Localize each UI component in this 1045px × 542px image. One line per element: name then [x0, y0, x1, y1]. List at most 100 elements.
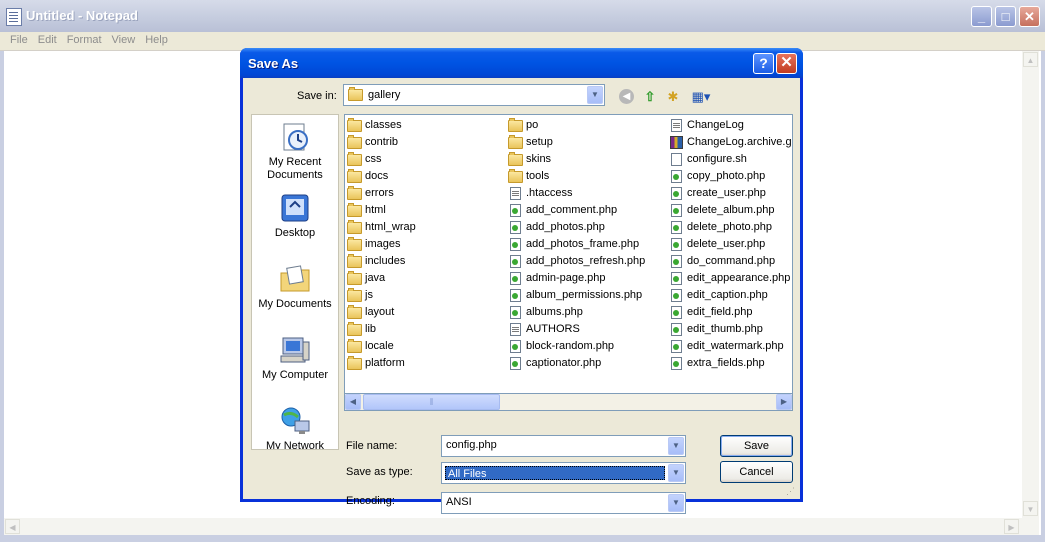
folder-item[interactable]: contrib [347, 134, 416, 151]
file-item[interactable]: delete_user.php [669, 236, 792, 253]
my-network-icon [279, 405, 311, 437]
folder-item[interactable]: includes [347, 253, 416, 270]
file-item[interactable]: edit_thumb.php [669, 321, 792, 338]
file-item[interactable]: ChangeLog [669, 117, 792, 134]
dialog-close-button[interactable]: ✕ [776, 53, 797, 74]
views-menu-icon[interactable]: ▦▾ [689, 88, 713, 106]
file-name-field[interactable]: config.php ▼ [441, 435, 686, 457]
place-recent-documents[interactable]: My Recent Documents [252, 121, 338, 182]
menu-view[interactable]: View [107, 32, 141, 46]
chevron-down-icon[interactable]: ▼ [668, 494, 684, 512]
file-item[interactable]: edit_caption.php [669, 287, 792, 304]
folder-item[interactable]: skins [508, 151, 645, 168]
place-my-documents[interactable]: My Documents [252, 263, 338, 311]
menu-format[interactable]: Format [62, 32, 107, 46]
file-item[interactable]: do_command.php [669, 253, 792, 270]
folder-item[interactable]: po [508, 117, 645, 134]
file-item[interactable]: AUTHORS [508, 321, 645, 338]
encoding-dropdown[interactable]: ANSI ▼ [441, 492, 686, 514]
file-item[interactable]: extra_fields.php [669, 355, 792, 372]
folder-item[interactable]: tools [508, 168, 645, 185]
file-item[interactable]: ChangeLog.archive.gz [669, 134, 792, 151]
file-list[interactable]: classes contrib css docs errors html html_wrap… [344, 114, 793, 394]
cancel-button[interactable]: Cancel [720, 461, 793, 483]
folder-item[interactable]: errors [347, 185, 416, 202]
file-item[interactable]: block-random.php [508, 338, 645, 355]
scroll-right-arrow-icon[interactable]: ▶ [776, 394, 792, 410]
scroll-up-arrow-icon[interactable]: ▲ [1023, 52, 1038, 67]
folder-icon [347, 220, 362, 234]
file-item[interactable]: edit_watermark.php [669, 338, 792, 355]
folder-item[interactable]: docs [347, 168, 416, 185]
item-label: block-random.php [526, 340, 615, 352]
file-item[interactable]: copy_photo.php [669, 168, 792, 185]
item-label: delete_photo.php [687, 221, 773, 233]
menu-help[interactable]: Help [140, 32, 173, 46]
file-item[interactable]: add_photos_frame.php [508, 236, 645, 253]
file-item[interactable]: add_comment.php [508, 202, 645, 219]
file-item[interactable]: create_user.php [669, 185, 792, 202]
file-item[interactable]: delete_album.php [669, 202, 792, 219]
place-my-network[interactable]: My Network [252, 405, 338, 449]
folder-item[interactable]: classes [347, 117, 416, 134]
scroll-left-arrow-icon[interactable]: ◀ [345, 394, 361, 410]
chevron-down-icon[interactable]: ▼ [668, 437, 684, 455]
save-in-label: Save in: [297, 90, 337, 102]
back-icon[interactable]: ◀ [619, 89, 634, 104]
close-button[interactable]: ✕ [1019, 6, 1040, 27]
editor-horizontal-scrollbar[interactable]: ◀ ▶ [4, 518, 1039, 535]
scroll-right-arrow-icon[interactable]: ▶ [1004, 519, 1019, 534]
dialog-titlebar[interactable]: Save As ? ✕ [240, 48, 803, 78]
php-file-icon [671, 204, 682, 217]
chevron-down-icon[interactable]: ▼ [587, 86, 603, 104]
file-item[interactable]: album_permissions.php [508, 287, 645, 304]
editor-vertical-scrollbar[interactable]: ▲ ▼ [1022, 51, 1039, 518]
folder-item[interactable]: images [347, 236, 416, 253]
save-button[interactable]: Save [720, 435, 793, 457]
folder-item[interactable]: platform [347, 355, 416, 372]
file-list-horizontal-scrollbar[interactable]: ◀ ⦀ ▶ [344, 394, 793, 411]
file-item[interactable]: admin-page.php [508, 270, 645, 287]
folder-item[interactable]: lib [347, 321, 416, 338]
file-item[interactable]: configure.sh [669, 151, 792, 168]
folder-icon [508, 169, 523, 183]
folder-item[interactable]: html [347, 202, 416, 219]
save-as-type-dropdown[interactable]: All Files ▼ [441, 462, 686, 484]
recent-documents-icon [279, 121, 311, 153]
scroll-down-arrow-icon[interactable]: ▼ [1023, 501, 1038, 516]
item-label: ChangeLog [687, 119, 744, 131]
notepad-titlebar[interactable]: Untitled - Notepad _ □ ✕ [0, 0, 1045, 32]
new-folder-icon[interactable]: ✱ [664, 88, 682, 106]
folder-item[interactable]: css [347, 151, 416, 168]
folder-item[interactable]: locale [347, 338, 416, 355]
php-file-icon [671, 306, 682, 319]
place-desktop[interactable]: Desktop [252, 192, 338, 240]
folder-item[interactable]: java [347, 270, 416, 287]
file-item[interactable]: albums.php [508, 304, 645, 321]
save-in-dropdown[interactable]: gallery ▼ [343, 84, 605, 106]
file-item[interactable]: delete_photo.php [669, 219, 792, 236]
folder-item[interactable]: layout [347, 304, 416, 321]
folder-item[interactable]: setup [508, 134, 645, 151]
minimize-button[interactable]: _ [971, 6, 992, 27]
chevron-down-icon[interactable]: ▼ [668, 464, 684, 482]
resize-grip-icon[interactable]: ⋰ [786, 485, 798, 497]
file-item[interactable]: add_photos.php [508, 219, 645, 236]
item-label: contrib [365, 136, 399, 148]
file-name-label: File name: [346, 440, 398, 452]
folder-item[interactable]: html_wrap [347, 219, 416, 236]
help-button[interactable]: ? [753, 53, 774, 74]
folder-item[interactable]: js [347, 287, 416, 304]
maximize-button[interactable]: □ [995, 6, 1016, 27]
menu-file[interactable]: File [5, 32, 33, 46]
file-item[interactable]: edit_appearance.php [669, 270, 792, 287]
file-item[interactable]: add_photos_refresh.php [508, 253, 645, 270]
scroll-left-arrow-icon[interactable]: ◀ [5, 519, 20, 534]
menu-edit[interactable]: Edit [33, 32, 62, 46]
file-item[interactable]: .htaccess [508, 185, 645, 202]
file-item[interactable]: captionator.php [508, 355, 645, 372]
file-item[interactable]: edit_field.php [669, 304, 792, 321]
place-my-computer[interactable]: My Computer [252, 334, 338, 382]
up-one-level-icon[interactable]: ⇧ [641, 88, 659, 106]
scrollbar-thumb[interactable]: ⦀ [363, 394, 500, 410]
